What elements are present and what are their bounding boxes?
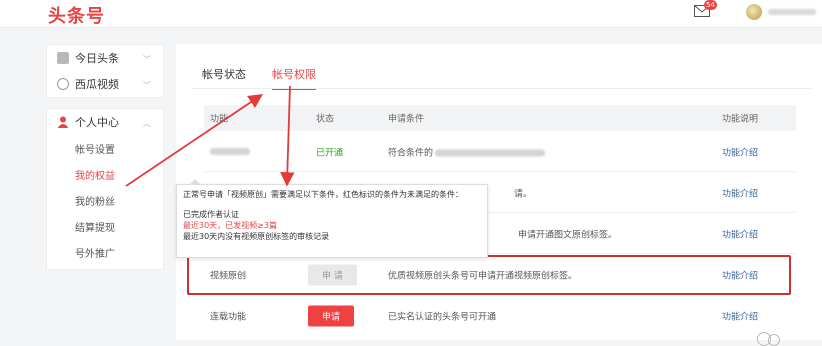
sidebar-subitem-settlement[interactable]: 结算提现	[47, 213, 163, 239]
tab-account-status[interactable]: 帐号状态	[202, 66, 246, 90]
feature-intro-link[interactable]: 功能介绍	[722, 145, 758, 158]
sidebar-subitem-promotion[interactable]: 号外推广	[47, 239, 163, 265]
tooltip-intro: 正常号申请「视频原创」需要满足以下条件，红色标识的条件为未满足的条件：	[183, 190, 463, 199]
header-status: 状态	[316, 114, 335, 125]
row-condition: 已实名认证的头条号可开通	[388, 312, 497, 323]
apply-button[interactable]: 申请	[308, 305, 355, 327]
sidebar-personal-center: 个人中心 ︿ 帐号设置 我的权益 我的粉丝 结算提现 号外推广	[46, 108, 164, 270]
user-icon	[57, 116, 69, 128]
tab-account-permissions[interactable]: 帐号权限	[272, 66, 316, 90]
sidebar-item-label: 个人中心	[75, 116, 119, 129]
feature-intro-link[interactable]: 功能介绍	[722, 227, 758, 240]
tab-divider	[192, 88, 812, 89]
header-condition: 申请条件	[388, 114, 425, 125]
sidebar-item-label: 西瓜视频	[75, 78, 119, 91]
tabs: 帐号状态 帐号权限	[202, 66, 316, 90]
sidebar-item-toutiao[interactable]: 今日头条 ﹀	[47, 45, 163, 71]
mail-badge: 54	[704, 0, 717, 10]
top-bar: 头条号 54	[0, 0, 822, 28]
table-row: 连载功能 申请 已实名认证的头条号可开通 功能介绍	[204, 296, 796, 336]
sidebar-subitem-my-fans[interactable]: 我的粉丝	[47, 187, 163, 213]
xigua-icon	[57, 78, 69, 90]
row-condition: 申请开通图文原创标签。	[518, 230, 618, 240]
table-header: 功能 状态 申请条件 功能说明	[204, 105, 796, 131]
highlight-box	[187, 255, 791, 295]
sidebar-products: 今日头条 ﹀ 西瓜视频 ﹀	[46, 44, 164, 98]
chevron-up-icon: ︿	[143, 119, 151, 128]
blurred-feature-name	[210, 147, 250, 157]
toutiao-icon	[57, 52, 69, 64]
feature-intro-link[interactable]: 功能介绍	[722, 310, 758, 323]
row-condition: 符合条件的	[388, 145, 546, 158]
tooltip-condition-met: 最近30天内没有视频原创标签的审核记录	[183, 232, 330, 241]
sidebar-subitem-account-settings[interactable]: 帐号设置	[47, 135, 163, 161]
chevron-down-icon: ﹀	[143, 81, 151, 90]
logo[interactable]: 头条号	[48, 2, 105, 28]
username-blurred[interactable]	[768, 9, 816, 15]
chevron-down-icon: ﹀	[143, 55, 151, 64]
row-condition: 请。	[514, 189, 533, 199]
table-row: 已开通 符合条件的 功能介绍	[204, 132, 796, 172]
sidebar-item-xigua[interactable]: 西瓜视频 ﹀	[47, 71, 163, 97]
zoom-icon	[768, 334, 780, 346]
tooltip-condition-unmet: 最近30天，已发视频≥3篇	[183, 221, 277, 230]
feature-name: 连载功能	[210, 312, 247, 323]
tooltip-arrow	[189, 179, 201, 185]
tooltip-condition-met: 已完成作者认证	[183, 210, 239, 219]
header-feature: 功能	[210, 114, 229, 125]
feature-intro-link[interactable]: 功能介绍	[722, 186, 758, 199]
sidebar-subitem-my-rights[interactable]: 我的权益	[47, 161, 163, 187]
sidebar-item-label: 今日头条	[75, 52, 119, 65]
sidebar-item-personal-center[interactable]: 个人中心 ︿	[47, 109, 163, 135]
requirements-tooltip: 正常号申请「视频原创」需要满足以下条件，红色标识的条件为未满足的条件： 已完成作…	[176, 179, 488, 258]
status-open: 已开通	[316, 148, 344, 158]
header-description: 功能说明	[722, 114, 759, 125]
avatar[interactable]	[746, 4, 762, 20]
condition-text: 符合条件的	[388, 148, 434, 158]
sidebar: 今日头条 ﹀ 西瓜视频 ﹀ 个人中心 ︿ 帐号设置 我的权益 我的粉丝 结算提现…	[46, 44, 164, 274]
